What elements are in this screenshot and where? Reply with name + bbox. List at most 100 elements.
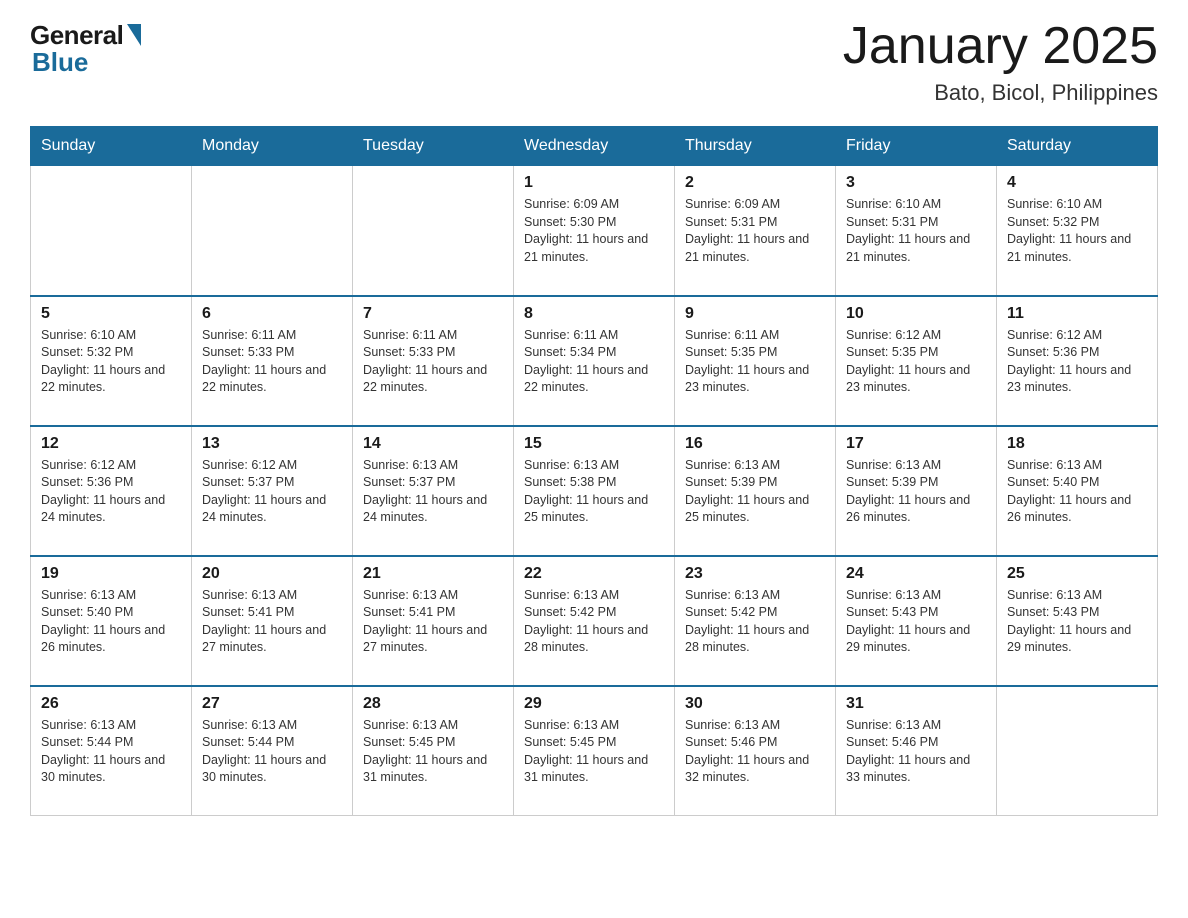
day-info: Sunrise: 6:13 AM Sunset: 5:41 PM Dayligh… bbox=[363, 587, 503, 657]
calendar-day-cell: 24 Sunrise: 6:13 AM Sunset: 5:43 PM Dayli… bbox=[836, 556, 997, 686]
logo-blue-text: Blue bbox=[30, 47, 88, 78]
calendar-day-cell bbox=[353, 166, 514, 296]
day-info: Sunrise: 6:13 AM Sunset: 5:37 PM Dayligh… bbox=[363, 457, 503, 527]
calendar-week-row: 5Sunrise: 6:10 AM Sunset: 5:32 PM Daylig… bbox=[31, 296, 1158, 426]
day-info: Sunrise: 6:13 AM Sunset: 5:41 PM Dayligh… bbox=[202, 587, 342, 657]
day-of-week-header: Tuesday bbox=[353, 127, 514, 166]
calendar-week-row: 19 Sunrise: 6:13 AM Sunset: 5:40 PM Dayli… bbox=[31, 556, 1158, 686]
day-number: 20 bbox=[202, 565, 342, 583]
calendar-day-cell bbox=[31, 166, 192, 296]
day-number: 24 bbox=[846, 565, 986, 583]
calendar-day-cell: 9Sunrise: 6:11 AM Sunset: 5:35 PM Daylig… bbox=[675, 296, 836, 426]
calendar-day-cell: 21 Sunrise: 6:13 AM Sunset: 5:41 PM Dayli… bbox=[353, 556, 514, 686]
day-info: Sunrise: 6:11 AM Sunset: 5:35 PM Dayligh… bbox=[685, 327, 825, 397]
day-info: Sunrise: 6:13 AM Sunset: 5:44 PM Dayligh… bbox=[41, 717, 181, 787]
calendar-day-cell: 16Sunrise: 6:13 AM Sunset: 5:39 PM Dayli… bbox=[675, 426, 836, 556]
day-info: Sunrise: 6:13 AM Sunset: 5:44 PM Dayligh… bbox=[202, 717, 342, 787]
day-number: 21 bbox=[363, 565, 503, 583]
calendar-week-row: 26 Sunrise: 6:13 AM Sunset: 5:44 PM Dayli… bbox=[31, 686, 1158, 816]
logo: General Blue bbox=[30, 20, 141, 78]
day-number: 25 bbox=[1007, 565, 1147, 583]
day-info: Sunrise: 6:12 AM Sunset: 5:36 PM Dayligh… bbox=[1007, 327, 1147, 397]
day-of-week-header: Wednesday bbox=[514, 127, 675, 166]
calendar-day-cell: 20 Sunrise: 6:13 AM Sunset: 5:41 PM Dayli… bbox=[192, 556, 353, 686]
calendar-day-cell: 19 Sunrise: 6:13 AM Sunset: 5:40 PM Dayli… bbox=[31, 556, 192, 686]
day-info: Sunrise: 6:12 AM Sunset: 5:37 PM Dayligh… bbox=[202, 457, 342, 527]
day-number: 3 bbox=[846, 174, 986, 192]
day-number: 2 bbox=[685, 174, 825, 192]
day-number: 5 bbox=[41, 305, 181, 323]
day-number: 26 bbox=[41, 695, 181, 713]
day-of-week-header: Monday bbox=[192, 127, 353, 166]
calendar-day-cell: 29 Sunrise: 6:13 AM Sunset: 5:45 PM Dayli… bbox=[514, 686, 675, 816]
calendar-day-cell: 14 Sunrise: 6:13 AM Sunset: 5:37 PM Dayli… bbox=[353, 426, 514, 556]
day-number: 11 bbox=[1007, 305, 1147, 323]
day-info: Sunrise: 6:13 AM Sunset: 5:46 PM Dayligh… bbox=[846, 717, 986, 787]
day-info: Sunrise: 6:12 AM Sunset: 5:36 PM Dayligh… bbox=[41, 457, 181, 527]
calendar-day-cell: 30 Sunrise: 6:13 AM Sunset: 5:46 PM Dayli… bbox=[675, 686, 836, 816]
calendar-day-cell: 25 Sunrise: 6:13 AM Sunset: 5:43 PM Dayli… bbox=[997, 556, 1158, 686]
logo-triangle-icon bbox=[127, 24, 141, 46]
day-number: 8 bbox=[524, 305, 664, 323]
day-number: 19 bbox=[41, 565, 181, 583]
day-number: 14 bbox=[363, 435, 503, 453]
calendar-table: SundayMondayTuesdayWednesdayThursdayFrid… bbox=[30, 126, 1158, 816]
day-info: Sunrise: 6:11 AM Sunset: 5:33 PM Dayligh… bbox=[202, 327, 342, 397]
calendar-header-row: SundayMondayTuesdayWednesdayThursdayFrid… bbox=[31, 127, 1158, 166]
day-number: 7 bbox=[363, 305, 503, 323]
day-of-week-header: Thursday bbox=[675, 127, 836, 166]
page-header: General Blue January 2025 Bato, Bicol, P… bbox=[30, 20, 1158, 106]
calendar-day-cell: 17 Sunrise: 6:13 AM Sunset: 5:39 PM Dayli… bbox=[836, 426, 997, 556]
calendar-week-row: 1 Sunrise: 6:09 AM Sunset: 5:30 PM Daylig… bbox=[31, 166, 1158, 296]
day-number: 17 bbox=[846, 435, 986, 453]
day-number: 1 bbox=[524, 174, 664, 192]
day-number: 15 bbox=[524, 435, 664, 453]
day-number: 18 bbox=[1007, 435, 1147, 453]
day-info: Sunrise: 6:13 AM Sunset: 5:40 PM Dayligh… bbox=[1007, 457, 1147, 527]
day-info: Sunrise: 6:13 AM Sunset: 5:43 PM Dayligh… bbox=[846, 587, 986, 657]
day-number: 23 bbox=[685, 565, 825, 583]
day-number: 4 bbox=[1007, 174, 1147, 192]
title-area: January 2025 Bato, Bicol, Philippines bbox=[843, 20, 1158, 106]
calendar-day-cell: 1 Sunrise: 6:09 AM Sunset: 5:30 PM Daylig… bbox=[514, 166, 675, 296]
day-info: Sunrise: 6:13 AM Sunset: 5:45 PM Dayligh… bbox=[363, 717, 503, 787]
day-info: Sunrise: 6:10 AM Sunset: 5:31 PM Dayligh… bbox=[846, 196, 986, 266]
day-info: Sunrise: 6:13 AM Sunset: 5:43 PM Dayligh… bbox=[1007, 587, 1147, 657]
day-number: 30 bbox=[685, 695, 825, 713]
calendar-day-cell: 22Sunrise: 6:13 AM Sunset: 5:42 PM Dayli… bbox=[514, 556, 675, 686]
day-number: 10 bbox=[846, 305, 986, 323]
day-number: 16 bbox=[685, 435, 825, 453]
day-number: 29 bbox=[524, 695, 664, 713]
day-info: Sunrise: 6:13 AM Sunset: 5:40 PM Dayligh… bbox=[41, 587, 181, 657]
day-info: Sunrise: 6:12 AM Sunset: 5:35 PM Dayligh… bbox=[846, 327, 986, 397]
day-info: Sunrise: 6:13 AM Sunset: 5:42 PM Dayligh… bbox=[685, 587, 825, 657]
calendar-week-row: 12 Sunrise: 6:12 AM Sunset: 5:36 PM Dayli… bbox=[31, 426, 1158, 556]
day-info: Sunrise: 6:13 AM Sunset: 5:39 PM Dayligh… bbox=[846, 457, 986, 527]
calendar-day-cell: 27Sunrise: 6:13 AM Sunset: 5:44 PM Dayli… bbox=[192, 686, 353, 816]
day-number: 12 bbox=[41, 435, 181, 453]
day-info: Sunrise: 6:09 AM Sunset: 5:31 PM Dayligh… bbox=[685, 196, 825, 266]
day-info: Sunrise: 6:13 AM Sunset: 5:45 PM Dayligh… bbox=[524, 717, 664, 787]
calendar-day-cell: 6 Sunrise: 6:11 AM Sunset: 5:33 PM Daylig… bbox=[192, 296, 353, 426]
calendar-day-cell: 11 Sunrise: 6:12 AM Sunset: 5:36 PM Dayli… bbox=[997, 296, 1158, 426]
day-info: Sunrise: 6:10 AM Sunset: 5:32 PM Dayligh… bbox=[1007, 196, 1147, 266]
calendar-day-cell: 4 Sunrise: 6:10 AM Sunset: 5:32 PM Daylig… bbox=[997, 166, 1158, 296]
calendar-day-cell: 15Sunrise: 6:13 AM Sunset: 5:38 PM Dayli… bbox=[514, 426, 675, 556]
calendar-day-cell: 26 Sunrise: 6:13 AM Sunset: 5:44 PM Dayli… bbox=[31, 686, 192, 816]
day-number: 6 bbox=[202, 305, 342, 323]
day-info: Sunrise: 6:13 AM Sunset: 5:46 PM Dayligh… bbox=[685, 717, 825, 787]
day-number: 28 bbox=[363, 695, 503, 713]
calendar-day-cell: 7 Sunrise: 6:11 AM Sunset: 5:33 PM Daylig… bbox=[353, 296, 514, 426]
month-title: January 2025 bbox=[843, 20, 1158, 72]
calendar-day-cell: 13Sunrise: 6:12 AM Sunset: 5:37 PM Dayli… bbox=[192, 426, 353, 556]
day-number: 22 bbox=[524, 565, 664, 583]
calendar-day-cell: 31Sunrise: 6:13 AM Sunset: 5:46 PM Dayli… bbox=[836, 686, 997, 816]
calendar-day-cell: 10 Sunrise: 6:12 AM Sunset: 5:35 PM Dayli… bbox=[836, 296, 997, 426]
calendar-day-cell: 18 Sunrise: 6:13 AM Sunset: 5:40 PM Dayli… bbox=[997, 426, 1158, 556]
day-of-week-header: Saturday bbox=[997, 127, 1158, 166]
calendar-day-cell bbox=[997, 686, 1158, 816]
day-of-week-header: Sunday bbox=[31, 127, 192, 166]
calendar-day-cell: 28 Sunrise: 6:13 AM Sunset: 5:45 PM Dayli… bbox=[353, 686, 514, 816]
day-info: Sunrise: 6:09 AM Sunset: 5:30 PM Dayligh… bbox=[524, 196, 664, 266]
day-info: Sunrise: 6:11 AM Sunset: 5:33 PM Dayligh… bbox=[363, 327, 503, 397]
